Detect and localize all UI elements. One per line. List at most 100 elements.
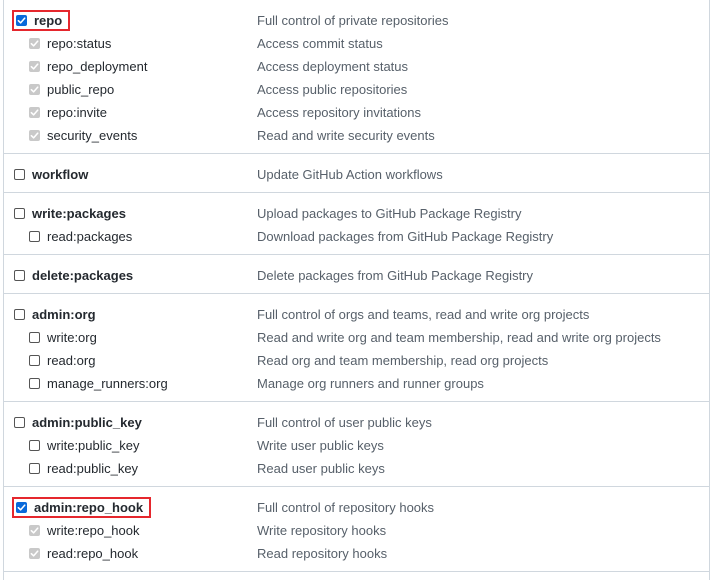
- scope-checkbox-label-public-repo[interactable]: public_repo: [29, 78, 114, 101]
- scope-row-workflow: workflow Update GitHub Action workflows: [4, 163, 709, 186]
- scope-checkbox-label-write-packages[interactable]: write:packages: [14, 202, 126, 225]
- checkbox-delete-packages[interactable]: [14, 270, 25, 281]
- scope-description: Download packages from GitHub Package Re…: [257, 229, 554, 244]
- checkbox-repo-deployment: [29, 61, 40, 72]
- scope-description: Read and write security events: [257, 128, 435, 143]
- subscope-row-read-org: read:org Read org and team membership, re…: [4, 349, 709, 372]
- checkmark-icon: [30, 131, 39, 140]
- checkbox-repo[interactable]: [16, 15, 27, 26]
- subscope-row-write-org: write:org Read and write org and team mem…: [4, 326, 709, 349]
- subscope-row-security-events: security_events Read and write security e…: [4, 124, 709, 147]
- scope-name: write:public_key: [47, 438, 140, 453]
- scope-checkbox-label-admin-public-key[interactable]: admin:public_key: [14, 411, 142, 434]
- scope-checkbox-label-write-org[interactable]: write:org: [29, 326, 97, 349]
- scope-row-admin-public-key: admin:public_key Full control of user pub…: [4, 411, 709, 434]
- scope-group-admin-public-key: admin:public_key Full control of user pub…: [4, 402, 709, 487]
- scope-name: write:packages: [32, 206, 126, 221]
- scope-checkbox-label-admin-org[interactable]: admin:org: [14, 303, 96, 326]
- checkbox-public-repo: [29, 84, 40, 95]
- scope-name: read:repo_hook: [47, 546, 139, 561]
- checkbox-read-packages[interactable]: [29, 231, 40, 242]
- scope-checkbox-label-admin-repo-hook[interactable]: admin:repo_hook: [12, 497, 152, 518]
- scope-name: read:packages: [47, 229, 133, 244]
- scope-description: Read org and team membership, read org p…: [257, 353, 549, 368]
- scope-name: repo:invite: [47, 105, 107, 120]
- scope-name: security_events: [47, 128, 138, 143]
- checkmark-icon: [30, 108, 39, 117]
- scope-checkbox-label-read-public-key[interactable]: read:public_key: [29, 457, 138, 480]
- scope-name: write:org: [47, 330, 97, 345]
- scope-checkbox-label-delete-packages[interactable]: delete:packages: [14, 264, 133, 287]
- checkbox-write-org[interactable]: [29, 332, 40, 343]
- scope-name: public_repo: [47, 82, 115, 97]
- subscope-row-read-public-key: read:public_key Read user public keys: [4, 457, 709, 480]
- checkbox-read-public-key[interactable]: [29, 463, 40, 474]
- checkbox-admin-repo-hook[interactable]: [16, 502, 27, 513]
- scope-description: Access repository invitations: [257, 105, 422, 120]
- scope-row-repo: repo Full control of private repositories: [4, 9, 709, 32]
- scope-row-write-packages: write:packages Upload packages to GitHub …: [4, 202, 709, 225]
- scope-checkbox-label-write-public-key[interactable]: write:public_key: [29, 434, 140, 457]
- subscope-row-public-repo: public_repo Access public repositories: [4, 78, 709, 101]
- scope-description: Upload packages to GitHub Package Regist…: [257, 206, 522, 221]
- scope-checkbox-label-repo[interactable]: repo: [12, 10, 71, 31]
- scope-description: Full control of user public keys: [257, 415, 432, 430]
- scope-checkbox-label-workflow[interactable]: workflow: [14, 163, 88, 186]
- subscope-row-write-public-key: write:public_key Write user public keys: [4, 434, 709, 457]
- subscope-row-repo-status: repo:status Access commit status: [4, 32, 709, 55]
- scope-row-admin-org: admin:org Full control of orgs and teams,…: [4, 303, 709, 326]
- subscope-row-read-repo-hook: read:repo_hook Read repository hooks: [4, 542, 709, 565]
- subscope-row-write-repo-hook: write:repo_hook Write repository hooks: [4, 519, 709, 542]
- scope-checkbox-label-read-org[interactable]: read:org: [29, 349, 95, 372]
- scope-checkbox-label-read-repo-hook[interactable]: read:repo_hook: [29, 542, 138, 565]
- subscope-row-repo-invite: repo:invite Access repository invitations: [4, 101, 709, 124]
- checkbox-write-public-key[interactable]: [29, 440, 40, 451]
- scope-checkbox-label-manage-runners-org[interactable]: manage_runners:org: [29, 372, 168, 395]
- scope-description: Full control of orgs and teams, read and…: [257, 307, 590, 322]
- checkbox-admin-org[interactable]: [14, 309, 25, 320]
- checkbox-write-repo-hook: [29, 525, 40, 536]
- scope-checkbox-label-security-events[interactable]: security_events: [29, 124, 137, 147]
- scope-name: repo_deployment: [47, 59, 148, 74]
- subscope-row-read-packages: read:packages Download packages from GitH…: [4, 225, 709, 248]
- scope-name: delete:packages: [32, 268, 134, 283]
- scope-group-repo: repo Full control of private repositories…: [4, 0, 709, 154]
- scope-description: Access deployment status: [257, 59, 409, 74]
- scope-checkbox-label-repo-invite[interactable]: repo:invite: [29, 101, 107, 124]
- scope-checkbox-label-repo-status[interactable]: repo:status: [29, 32, 111, 55]
- scope-group-delete-packages: delete:packages Delete packages from GitH…: [4, 255, 709, 294]
- scope-description: Full control of private repositories: [257, 13, 449, 28]
- scope-row-delete-packages: delete:packages Delete packages from GitH…: [4, 264, 709, 287]
- scope-description: Read repository hooks: [257, 546, 388, 561]
- scope-name: repo:status: [47, 36, 112, 51]
- scope-group-workflow: workflow Update GitHub Action workflows: [4, 154, 709, 193]
- checkmark-icon: [17, 16, 26, 25]
- scope-name: admin:repo_hook: [34, 500, 144, 515]
- checkbox-workflow[interactable]: [14, 169, 25, 180]
- checkbox-manage-runners-org[interactable]: [29, 378, 40, 389]
- scope-checkbox-label-write-repo-hook[interactable]: write:repo_hook: [29, 519, 140, 542]
- checkmark-icon: [30, 62, 39, 71]
- checkbox-admin-public-key[interactable]: [14, 417, 25, 428]
- scope-description: Delete packages from GitHub Package Regi…: [257, 268, 534, 283]
- subscope-row-repo-deployment: repo_deployment Access deployment status: [4, 55, 709, 78]
- checkmark-icon: [30, 85, 39, 94]
- scope-checkbox-label-repo-deployment[interactable]: repo_deployment: [29, 55, 147, 78]
- checkbox-read-org[interactable]: [29, 355, 40, 366]
- scope-row-admin-repo-hook: admin:repo_hook Full control of repositor…: [4, 496, 709, 519]
- scope-description: Read user public keys: [257, 461, 385, 476]
- scope-description: Update GitHub Action workflows: [257, 167, 443, 182]
- checkbox-write-packages[interactable]: [14, 208, 25, 219]
- checkbox-security-events: [29, 130, 40, 141]
- scope-description: Manage org runners and runner groups: [257, 376, 484, 391]
- scope-name: repo: [34, 13, 63, 28]
- scopes-panel: repo Full control of private repositories…: [3, 0, 710, 580]
- checkmark-icon: [30, 526, 39, 535]
- scope-checkbox-label-read-packages[interactable]: read:packages: [29, 225, 132, 248]
- scope-name: read:org: [47, 353, 96, 368]
- scope-name: manage_runners:org: [47, 376, 168, 391]
- scope-name: write:repo_hook: [47, 523, 140, 538]
- scope-group-admin-org: admin:org Full control of orgs and teams,…: [4, 294, 709, 402]
- scope-name: workflow: [32, 167, 89, 182]
- subscope-row-manage-runners-org: manage_runners:org Manage org runners and…: [4, 372, 709, 395]
